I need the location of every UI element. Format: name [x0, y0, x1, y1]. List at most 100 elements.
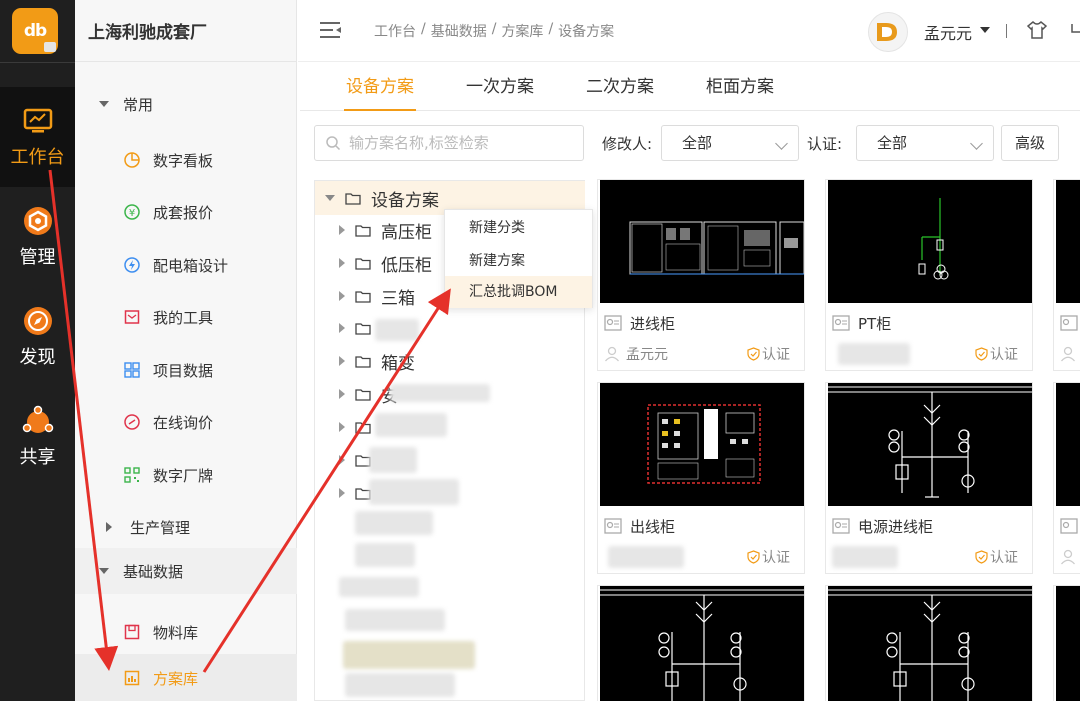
caret-down-icon: [99, 568, 109, 574]
card-meta: 孟元元 认证: [604, 343, 800, 365]
tree-node-three-boxes[interactable]: 三箱: [339, 280, 415, 312]
search-icon: [326, 136, 341, 151]
redacted-label: [345, 609, 445, 631]
scheme-thumbnail: [828, 180, 1032, 303]
nav-item-distribution-box[interactable]: 配电箱设计: [75, 241, 297, 289]
compass-icon: [23, 307, 52, 335]
logo-text: db: [23, 21, 47, 41]
nav-item-quote[interactable]: ¥ 成套报价: [75, 188, 297, 236]
tree-node-label: 三箱: [381, 288, 415, 309]
tree-node-low-voltage[interactable]: 低压柜: [339, 247, 432, 279]
scheme-thumbnail: [1056, 383, 1080, 506]
breadcrumb-item[interactable]: 方案库: [501, 21, 543, 41]
nav-item-material-library[interactable]: 物料库: [75, 608, 297, 656]
yen-icon: ¥: [124, 204, 140, 220]
scheme-card[interactable]: [1053, 382, 1080, 574]
tree-node-label: 高压柜: [381, 222, 432, 243]
tree-node-root[interactable]: 设备方案: [325, 182, 439, 214]
nav-item-scheme-library[interactable]: 方案库: [75, 654, 297, 701]
redacted-label: [369, 479, 459, 505]
scheme-card[interactable]: [597, 585, 805, 701]
scheme-card[interactable]: [1053, 585, 1080, 701]
left-rail: db 工作台 管理 发现 共享: [0, 0, 75, 701]
download-icon[interactable]: [1070, 20, 1080, 40]
rail-item-workbench[interactable]: 工作台: [0, 87, 75, 187]
username[interactable]: 孟元元: [924, 20, 972, 44]
app-logo[interactable]: db: [12, 8, 58, 54]
scheme-doc-icon: [604, 518, 622, 534]
scheme-card[interactable]: 进线柜 孟元元 认证: [597, 179, 805, 371]
tab-primary-scheme[interactable]: 一次方案: [464, 63, 536, 111]
nav-group-label: 常用: [123, 95, 154, 114]
camera-icon: [44, 42, 56, 52]
modifier-select[interactable]: 全部: [661, 125, 799, 161]
advanced-button[interactable]: 高级: [1001, 125, 1059, 161]
redacted-label: [339, 577, 419, 597]
folder-icon: [355, 355, 371, 368]
tree-node-box-transformer[interactable]: 箱变: [339, 345, 415, 377]
folder-icon: [345, 192, 361, 205]
rail-divider: [0, 62, 75, 63]
company-name: 上海利驰成套厂: [75, 0, 296, 62]
menu-item-new-scheme[interactable]: 新建方案: [445, 245, 592, 277]
tab-panel-scheme[interactable]: 柜面方案: [704, 63, 776, 111]
nav-group-common[interactable]: 常用: [75, 84, 297, 124]
caret-right-icon: [339, 323, 345, 333]
card-author: 孟元元: [626, 347, 668, 363]
scheme-card[interactable]: [825, 585, 1033, 701]
folder-icon: [355, 224, 371, 237]
tree-node-high-voltage[interactable]: 高压柜: [339, 214, 432, 246]
scheme-doc-icon: [1060, 315, 1078, 331]
scheme-tabs: 设备方案 一次方案 二次方案 柜面方案: [300, 63, 1080, 111]
menu-item-bom-summary[interactable]: 汇总批调BOM: [445, 276, 592, 308]
scheme-thumbnail: [600, 180, 804, 303]
caret-down-icon: [99, 101, 109, 107]
nav-item-online-inquiry[interactable]: 在线询价: [75, 398, 297, 446]
shirt-icon[interactable]: [1026, 19, 1048, 41]
shield-check-icon: [747, 550, 760, 564]
scheme-card[interactable]: [1053, 179, 1080, 371]
rail-item-share[interactable]: 共享: [0, 387, 75, 487]
rail-item-manage[interactable]: 管理: [0, 187, 75, 287]
rail-item-discover[interactable]: 发现: [0, 287, 75, 387]
nav-item-digital-brand[interactable]: 数字厂牌: [75, 451, 297, 499]
scheme-thumbnail: [1056, 586, 1080, 701]
avatar[interactable]: [868, 12, 908, 52]
card-title-row: 出线柜: [604, 515, 675, 537]
breadcrumb-item[interactable]: 工作台: [374, 21, 416, 41]
menu-item-new-category[interactable]: 新建分类: [445, 212, 592, 244]
tab-equipment-scheme[interactable]: 设备方案: [344, 63, 416, 111]
nav-item-digital-board[interactable]: 数字看板: [75, 136, 297, 184]
search-input[interactable]: [349, 134, 569, 152]
user-icon: [605, 346, 619, 362]
redacted-author: [838, 343, 910, 365]
breadcrumb-item[interactable]: 基础数据: [431, 21, 487, 41]
cert-label: 认证: [990, 347, 1018, 363]
cert-select[interactable]: 全部: [856, 125, 994, 161]
scheme-thumbnail: [600, 383, 804, 506]
context-menu: 新建分类 新建方案 汇总批调BOM: [444, 209, 593, 308]
scheme-card[interactable]: 出线柜 认证: [597, 382, 805, 574]
scheme-card[interactable]: 电源进线柜 认证: [825, 382, 1033, 574]
lightning-icon: [124, 257, 140, 273]
menu-collapse-icon[interactable]: [320, 20, 342, 40]
nav-item-my-tools[interactable]: 我的工具: [75, 293, 297, 341]
nav-group-basic-data[interactable]: 基础数据: [75, 548, 297, 594]
caret-right-icon: [339, 488, 345, 498]
card-meta: 认证: [832, 546, 1028, 568]
nav-group-production[interactable]: 生产管理: [75, 507, 297, 547]
card-title: 出线柜: [630, 517, 676, 536]
shield-check-icon: [975, 550, 988, 564]
tab-secondary-scheme[interactable]: 二次方案: [584, 63, 656, 111]
scheme-card[interactable]: PT柜 认证: [825, 179, 1033, 371]
cert-badge: 认证: [747, 547, 790, 567]
cert-badge: 认证: [747, 344, 790, 364]
caret-right-icon: [106, 522, 112, 532]
nav-item-label: 配电箱设计: [153, 256, 229, 275]
nav-item-label: 成套报价: [153, 203, 214, 222]
nav-item-project-data[interactable]: 项目数据: [75, 346, 297, 394]
redacted-label: [345, 673, 455, 697]
cert-label: 认证:: [807, 135, 843, 153]
grid-icon: [124, 362, 140, 378]
caret-down-icon[interactable]: [980, 27, 990, 33]
